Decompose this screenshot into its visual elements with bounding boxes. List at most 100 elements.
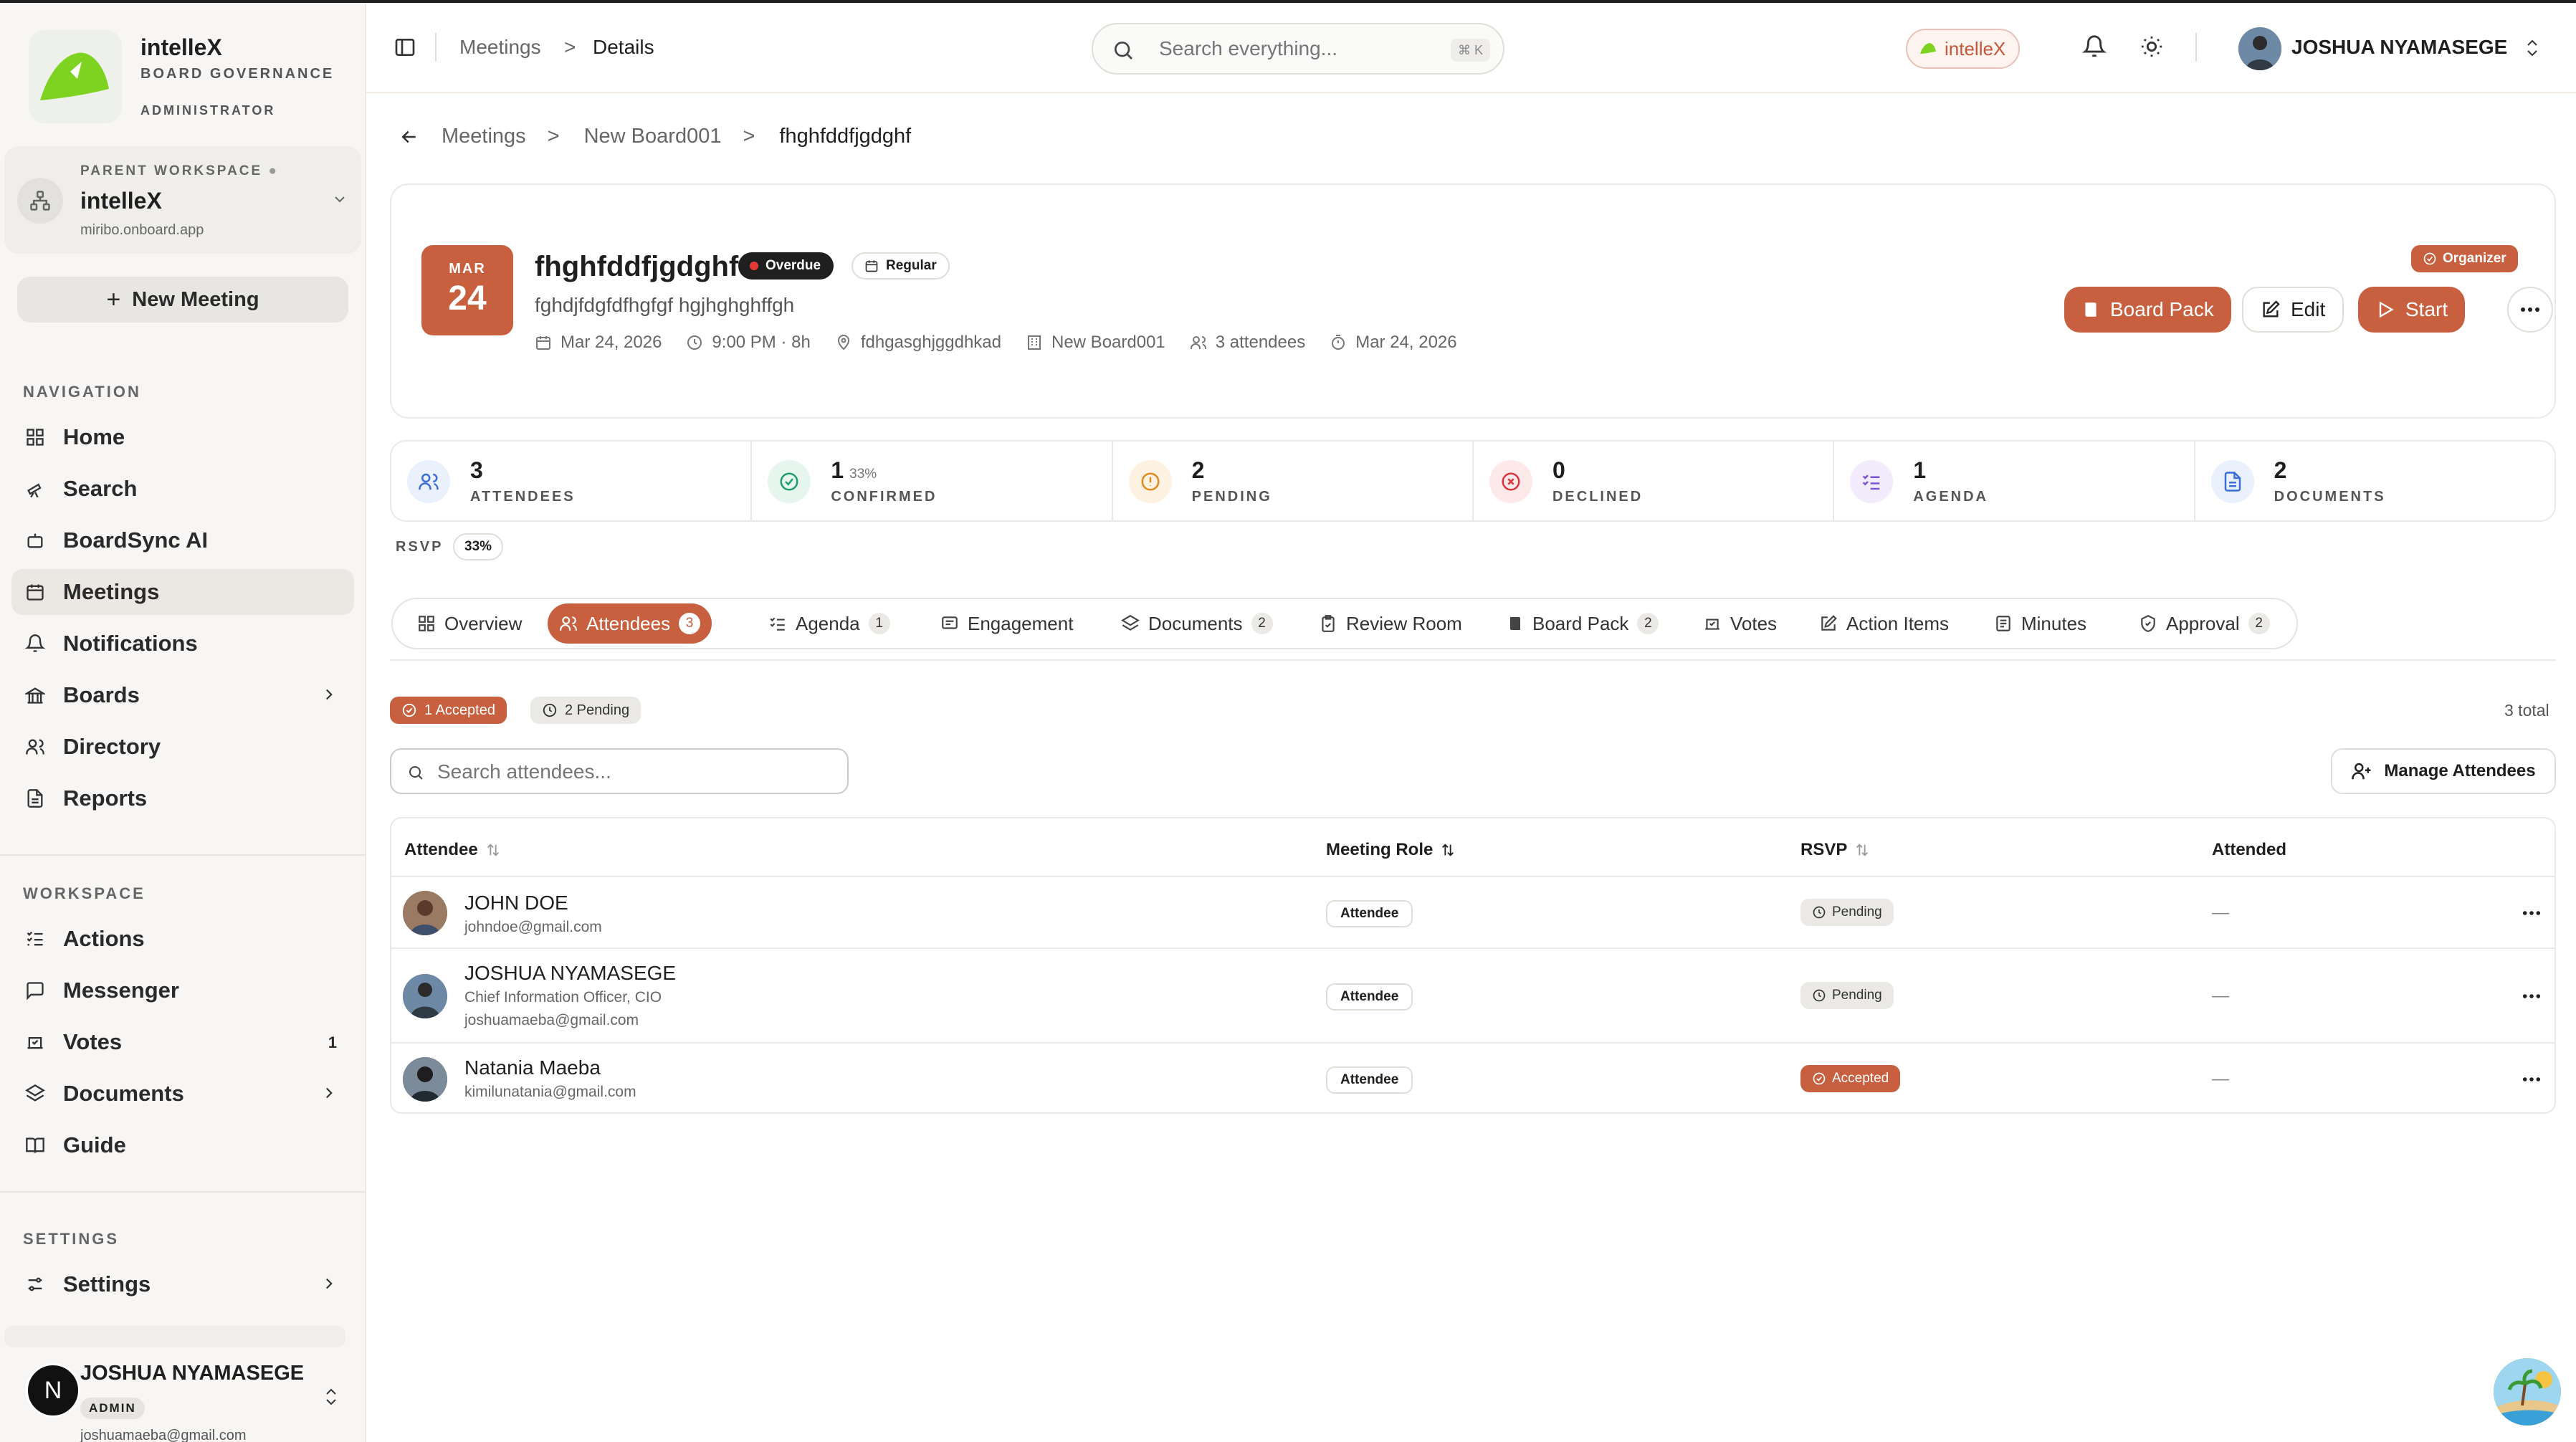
chevron-down-icon (335, 196, 345, 203)
tab-approval[interactable]: Approval 2 (2127, 603, 2281, 644)
manage-attendees-button[interactable]: Manage Attendees (2331, 748, 2556, 794)
tab-agenda[interactable]: Agenda 1 (757, 603, 902, 644)
assistant-launcher[interactable] (2491, 1356, 2563, 1428)
breadcrumb-meetings[interactable]: Meetings (442, 125, 526, 148)
sidebar-item-reports[interactable]: Reports (11, 775, 354, 821)
plus-icon: + (106, 285, 121, 313)
attendee-search[interactable] (390, 748, 849, 794)
row-actions-button[interactable] (2519, 983, 2544, 1009)
row-actions-button[interactable] (2519, 1066, 2544, 1092)
sidebar-item-directory[interactable]: Directory (11, 724, 354, 770)
stat-label: PENDING (1191, 489, 1272, 505)
breadcrumb-board[interactable]: New Board001 (584, 125, 722, 148)
grid-icon (24, 426, 46, 448)
attendee-search-input[interactable] (437, 758, 824, 786)
sidebar-item-actions[interactable]: Actions (11, 916, 354, 962)
topbar-crumb-meetings[interactable]: Meetings (459, 36, 541, 59)
sidebar-item-settings[interactable]: Settings (11, 1261, 354, 1307)
workspace-tree-icon (17, 178, 63, 224)
column-header-attended: Attended (2212, 840, 2286, 859)
play-icon (2379, 301, 2394, 318)
rsvp-badge: Accepted (1800, 1065, 1901, 1092)
workspace-switcher[interactable]: PARENT WORKSPACE ● intelleX miribo.onboa… (4, 146, 361, 254)
org-switcher[interactable]: intelleX (1906, 29, 2021, 69)
board-pack-button[interactable]: Board Pack (2064, 287, 2231, 333)
sidebar-item-documents[interactable]: Documents (11, 1071, 354, 1117)
sidebar-item-votes[interactable]: Votes 1 (11, 1019, 354, 1065)
stat-label: AGENDA (1913, 489, 1988, 505)
more-options-button[interactable] (2507, 287, 2553, 333)
tab-minutes[interactable]: Minutes (1983, 603, 2098, 644)
sidebar-item-home[interactable]: Home (11, 414, 354, 460)
sidebar-item-search[interactable]: Search (11, 466, 354, 512)
rsvp-percent: 33% (453, 533, 504, 560)
sidebar-item-guide[interactable]: Guide (11, 1122, 354, 1168)
sidebar-item-boardsync-ai[interactable]: BoardSync AI (11, 517, 354, 563)
tab-overview[interactable]: Overview (406, 603, 533, 644)
meta-location: fdhgasghjggdhkad (835, 333, 1001, 353)
brand-logo[interactable] (29, 30, 122, 123)
tab-votes[interactable]: Votes (1692, 603, 1788, 644)
app-root: intelleX BOARD GOVERNANCE ADMINISTRATOR … (0, 0, 2576, 1442)
column-header-rsvp[interactable]: RSVP (1800, 840, 1870, 860)
meeting-role-badge: Attendee (1326, 1066, 1413, 1094)
tab-attendees[interactable]: Attendees 3 (548, 603, 712, 644)
sidebar-item-meetings[interactable]: Meetings (11, 569, 354, 615)
tab-action-items[interactable]: Action Items (1808, 603, 1960, 644)
new-meeting-button[interactable]: + New Meeting (17, 277, 348, 323)
stat-agenda: 1 AGENDA (1834, 441, 2195, 520)
column-header-attendee[interactable]: Attendee (404, 840, 501, 860)
meta-deadline: Mar 24, 2026 (1330, 333, 1457, 353)
table-row[interactable]: Natania Maeba kimilunatania@gmail.com At… (391, 1044, 2554, 1112)
sidebar-item-notifications[interactable]: Notifications (11, 621, 354, 667)
users-icon (24, 736, 46, 758)
chevron-right-icon (325, 1278, 333, 1289)
start-meeting-button[interactable]: Start (2358, 287, 2466, 333)
stat-value: 3 (470, 457, 483, 483)
topbar-separator (435, 33, 437, 62)
global-search[interactable]: ⌘ K (1092, 23, 1504, 75)
intellex-logo-icon (40, 52, 109, 100)
list-checks-icon (24, 928, 46, 950)
back-arrow-icon[interactable] (399, 126, 420, 148)
search-input[interactable] (1159, 34, 1431, 63)
user-menu[interactable]: N JOSHUA NYAMASEGE ADMIN joshuamaeba@gma… (0, 1334, 365, 1442)
meta-board: New Board001 (1026, 333, 1165, 353)
crumb-separator: > (547, 125, 560, 148)
column-header-meeting-role[interactable]: Meeting Role (1326, 840, 1456, 860)
brand-role: ADMINISTRATOR (140, 103, 276, 118)
stat-attendees: 3 ATTENDEES (391, 441, 753, 520)
theme-toggle-icon[interactable] (2139, 34, 2164, 59)
meeting-meta: Mar 24, 2026 9:00 PM · 8h fdhgasghjggdhk… (535, 333, 1482, 353)
date-badge: MAR 24 (421, 245, 513, 335)
tab-engagement[interactable]: Engagement (929, 603, 1084, 644)
tab-board-pack[interactable]: Board Pack 2 (1495, 603, 1670, 644)
row-actions-button[interactable] (2519, 900, 2544, 926)
breadcrumb: Meetings > New Board001 > fhghfddfjgdghf (399, 125, 911, 148)
sidebar-item-boards[interactable]: Boards (11, 672, 354, 718)
table-row[interactable]: JOHN DOE johndoe@gmail.com Attendee Pend… (391, 877, 2554, 949)
calendar-icon (865, 260, 878, 272)
filter-pending[interactable]: 2 Pending (530, 697, 641, 724)
attendee-email: joshuamaeba@gmail.com (464, 1012, 639, 1028)
filter-accepted[interactable]: 1 Accepted (390, 697, 507, 724)
tab-count: 3 (679, 613, 701, 634)
tab-documents[interactable]: Documents 2 (1110, 603, 1284, 644)
topbar-user-name[interactable]: JOSHUA NYAMASEGE (2291, 36, 2507, 59)
sidebar-toggle-icon[interactable] (393, 36, 416, 59)
file-text-icon (24, 788, 46, 809)
bot-icon (24, 530, 46, 551)
stat-label: CONFIRMED (831, 489, 938, 505)
meeting-role-badge: Attendee (1326, 983, 1413, 1011)
bell-icon[interactable] (2082, 34, 2107, 59)
chevrons-up-down-icon[interactable] (2524, 37, 2541, 59)
edit-button[interactable]: Edit (2242, 287, 2344, 333)
meeting-tabs: Overview Attendees 3 Agenda 1 Engagement… (391, 598, 2298, 649)
attendee-email: kimilunatania@gmail.com (464, 1084, 636, 1100)
sidebar-item-messenger[interactable]: Messenger (11, 968, 354, 1013)
avatar[interactable] (2238, 27, 2281, 70)
table-row[interactable]: JOSHUA NYAMASEGE Chief Information Offic… (391, 949, 2554, 1044)
book-icon (1510, 617, 1520, 630)
check-circle-icon (402, 703, 416, 717)
tab-review-room[interactable]: Review Room (1307, 603, 1474, 644)
